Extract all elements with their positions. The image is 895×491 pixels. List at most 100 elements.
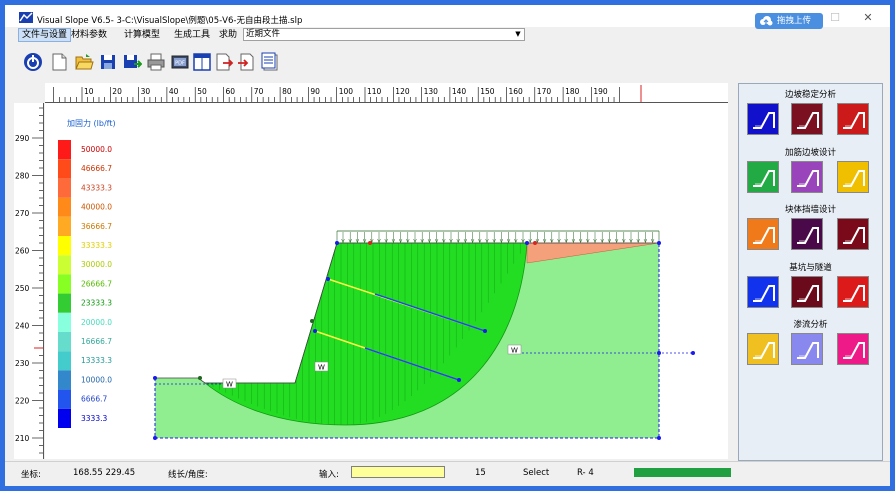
node[interactable] [313,329,317,333]
menu-file-settings[interactable]: 文件与设置 [18,28,72,42]
print-icon[interactable] [146,52,166,72]
node[interactable] [657,351,661,355]
slope-rainfall-tool[interactable] [837,103,869,135]
notes-icon[interactable] [260,52,280,72]
maximize-button[interactable]: ☐ [820,11,850,25]
slope-stability-icon [753,112,775,129]
ruler-label: 140 [452,87,467,96]
ruler-label: 10 [84,87,94,96]
import-icon[interactable] [236,52,256,72]
count-value: 15 [475,468,486,478]
node[interactable] [310,319,314,323]
command-input[interactable] [351,466,445,478]
power-icon[interactable] [23,52,43,72]
tunnel-tool[interactable] [837,275,869,308]
legend-value: 36666.7 [81,222,112,231]
section-title: 渗流分析 [793,320,828,330]
ruler-label: 240 [15,322,30,331]
legend-swatch [58,332,71,352]
legend: 50000.0 46666.7 43333.3 40000.0 36666.7 33333… [58,140,112,428]
node[interactable] [326,277,330,281]
upload-button[interactable]: 拖拽上传 [755,13,823,29]
legend-value: 43333.3 [81,183,112,192]
seepage-wall-tool[interactable] [837,333,869,365]
ruler-label: 30 [141,87,151,96]
app-window: Visual Slope V6.5- 3-C:\VisualSlope\例题\0… [0,0,895,491]
block-wall-icon [753,227,775,244]
node[interactable] [457,378,461,382]
geogrid-icon [797,169,819,187]
legend-swatch [58,408,71,428]
drawing-canvas[interactable]: 加固力 (lb/ft) 50000.0 46666.7 43333.3 40000.0… [45,103,728,459]
legend-swatch [58,370,71,390]
node[interactable] [483,329,487,333]
node[interactable] [153,376,157,380]
frozen-soil-tool[interactable] [747,275,779,308]
export-icon[interactable] [214,52,234,72]
analysis-panel: 边坡稳定分析 加筋边坡设计 块体挡墙设计 基坑与隧道 渗流分析 [738,83,883,461]
seepage-dam-tool[interactable] [747,333,779,365]
ruler-label: 260 [15,247,30,256]
recent-files-label: 近期文件 [246,29,281,39]
ruler-label: 60 [226,87,236,96]
seepage-flow-tool[interactable] [791,333,823,365]
geogrid-tool[interactable] [791,160,823,193]
legend-swatch [58,140,71,160]
weight-label: W [511,347,518,355]
block-step-tool[interactable] [837,218,869,250]
new-file-icon[interactable] [49,52,69,72]
svg-text:PDF: PDF [175,61,185,67]
ruler-label: 210 [15,434,30,443]
ruler-label: 160 [509,87,524,96]
node[interactable] [657,436,661,440]
close-button[interactable]: ✕ [853,11,883,25]
slope-stability-tool[interactable] [747,103,779,135]
recent-files-dropdown[interactable]: 近期文件 ▼ [243,28,525,41]
chevron-down-icon: ▼ [515,30,521,38]
reinforced-slope-icon [753,169,775,187]
menu-generate-tools[interactable]: 生成工具 [171,28,213,42]
coord-label: 坐标: [21,470,41,480]
legend-swatch [58,216,71,236]
legend-value: 13333.3 [81,356,112,365]
save-as-icon[interactable] [122,52,143,72]
open-folder-icon[interactable] [74,52,94,72]
menu-calc-model[interactable]: 计算模型 [121,28,163,42]
reinforced-slope-tool[interactable] [747,160,779,193]
mode-indicator: Select [523,468,550,478]
print-preview-icon[interactable]: PDF [170,52,190,72]
ruler-label: 70 [254,87,264,96]
node[interactable] [657,241,661,245]
node[interactable] [525,241,529,245]
node[interactable] [335,241,339,245]
ruler-label: 220 [15,397,30,406]
reinforced-wall-tool[interactable] [837,160,869,193]
slope-rainfall-icon [843,112,865,129]
node[interactable] [198,376,202,380]
legend-swatch [58,351,71,371]
menu-help[interactable]: 求助 [216,28,240,42]
legend-value: 23333.3 [81,299,112,308]
legend-swatch [58,255,71,275]
block-step-icon [843,227,865,244]
save-icon[interactable] [98,52,118,72]
node[interactable] [153,436,157,440]
status-bar: 坐标: 168.55 229.45 线长/角度: 输入: 15 Select R… [5,461,890,481]
excavation-tool[interactable] [791,275,823,308]
ruler-label: 20 [112,87,122,96]
block-stack-tool[interactable] [791,218,823,250]
menu-material-params[interactable]: 材料参数 [68,28,110,42]
ruler-label: 290 [15,134,30,143]
legend-value: 20000.0 [81,318,112,327]
node[interactable] [533,241,537,245]
ruler-label: 230 [15,359,30,368]
window-icon[interactable] [192,52,212,72]
menu-bar: 文件与设置 材料参数 计算模型 生成工具 求助 近期文件 ▼ [5,27,890,43]
ruler-label: 170 [537,87,552,96]
ruler-label: 40 [169,87,179,96]
window-title: Visual Slope V6.5- 3-C:\VisualSlope\例题\0… [37,16,303,26]
slope-section-tool[interactable] [791,103,823,135]
block-wall-tool[interactable] [747,218,779,250]
cloud-upload-icon [760,16,773,26]
node[interactable] [368,241,372,245]
